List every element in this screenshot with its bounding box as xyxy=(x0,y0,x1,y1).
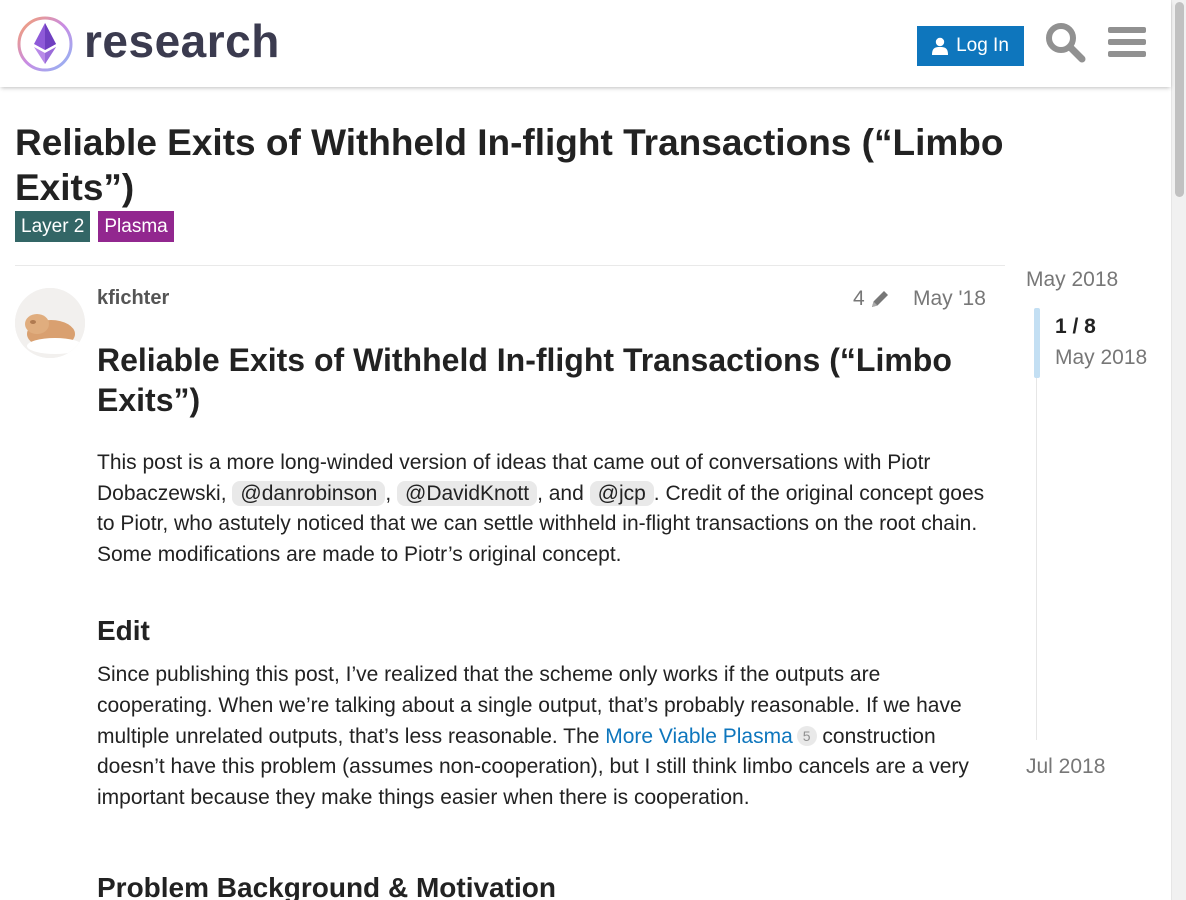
avatar[interactable] xyxy=(15,288,85,358)
link-click-count: 5 xyxy=(796,725,817,746)
topic-title[interactable]: Reliable Exits of Withheld In-flight Tra… xyxy=(15,120,1075,210)
post-username[interactable]: kfichter xyxy=(97,287,169,310)
timeline-start-date[interactable]: May 2018 xyxy=(1026,268,1118,292)
post-date[interactable]: May '18 xyxy=(913,287,986,311)
scrollbar-thumb[interactable] xyxy=(1175,2,1184,197)
mention-davidknott[interactable]: @DavidKnott xyxy=(397,480,538,506)
more-viable-plasma-link[interactable]: More Viable Plasma xyxy=(605,725,793,748)
login-label: Log In xyxy=(956,35,1009,56)
pencil-icon xyxy=(871,291,888,307)
post-body: Reliable Exits of Withheld In-flight Tra… xyxy=(97,340,987,900)
intro-separator-1: , xyxy=(385,481,392,505)
timeline-position-date: May 2018 xyxy=(1055,346,1148,369)
ethereum-logo-icon xyxy=(17,16,73,72)
tag-layer-2[interactable]: Layer 2 xyxy=(15,211,91,242)
page-scrollbar[interactable] xyxy=(1171,0,1186,900)
intro-separator-2: , and xyxy=(537,481,584,505)
problem-heading: Problem Background & Motivation xyxy=(97,872,556,900)
topic-tags: Layer 2 Plasma xyxy=(15,211,174,242)
post-heading: Reliable Exits of Withheld In-flight Tra… xyxy=(97,342,952,418)
user-icon xyxy=(932,37,949,55)
edit-count: 4 xyxy=(853,287,865,310)
edit-heading: Edit xyxy=(97,615,150,647)
tag-plasma[interactable]: Plasma xyxy=(98,211,174,242)
site-name: research xyxy=(84,15,280,67)
site-logo[interactable]: research xyxy=(16,15,280,73)
timeline-end-date[interactable]: Jul 2018 xyxy=(1026,755,1105,779)
edit-paragraph: Since publishing this post, I’ve realize… xyxy=(97,660,987,813)
mention-jcp[interactable]: @jcp xyxy=(589,480,654,506)
search-icon[interactable] xyxy=(1044,21,1086,63)
avatar-image xyxy=(15,288,85,358)
hamburger-menu-icon[interactable] xyxy=(1106,21,1148,63)
site-header: research Log In xyxy=(0,0,1171,87)
timeline-position: 1 / 8 xyxy=(1055,315,1096,338)
timeline-scroller-handle[interactable] xyxy=(1034,308,1040,378)
intro-paragraph: This post is a more long-winded version … xyxy=(97,448,987,570)
login-button[interactable]: Log In xyxy=(917,26,1024,66)
title-divider xyxy=(15,265,1005,266)
post-edit-history[interactable]: 4 xyxy=(853,287,891,311)
mention-danrobinson[interactable]: @danrobinson xyxy=(232,480,386,506)
